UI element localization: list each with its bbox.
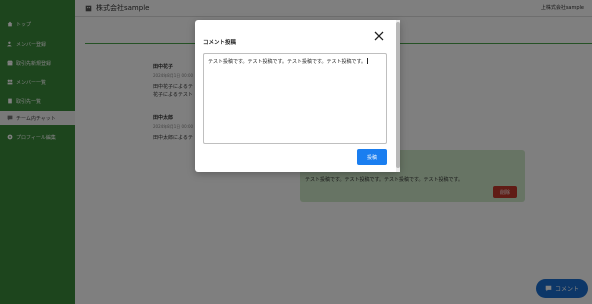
modal-title: コメント投稿: [203, 40, 237, 46]
submit-button[interactable]: 投稿: [357, 149, 387, 165]
modal-scrollbar-thumb[interactable]: [396, 22, 400, 168]
text-cursor: [367, 58, 369, 64]
comment-textarea[interactable]: テスト投稿です。テスト投稿です。テスト投稿です。テスト投稿です。: [203, 53, 387, 144]
comment-modal: コメント投稿 テスト投稿です。テスト投稿です。テスト投稿です。テスト投稿です。 …: [195, 20, 400, 172]
comment-textarea-value: テスト投稿です。テスト投稿です。テスト投稿です。テスト投稿です。: [208, 59, 367, 65]
close-icon[interactable]: [373, 30, 385, 42]
